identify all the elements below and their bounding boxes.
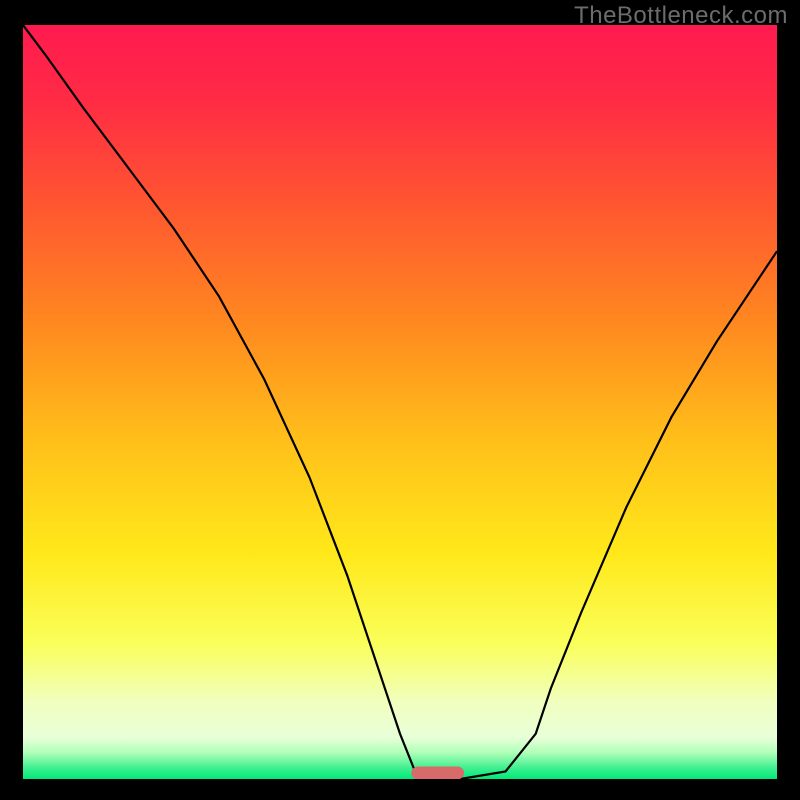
optimal-marker [411, 767, 464, 779]
watermark-text: TheBottleneck.com [574, 2, 788, 30]
bottleneck-curve [23, 25, 777, 779]
plot-area [23, 25, 777, 779]
chart-frame: TheBottleneck.com [0, 0, 800, 800]
